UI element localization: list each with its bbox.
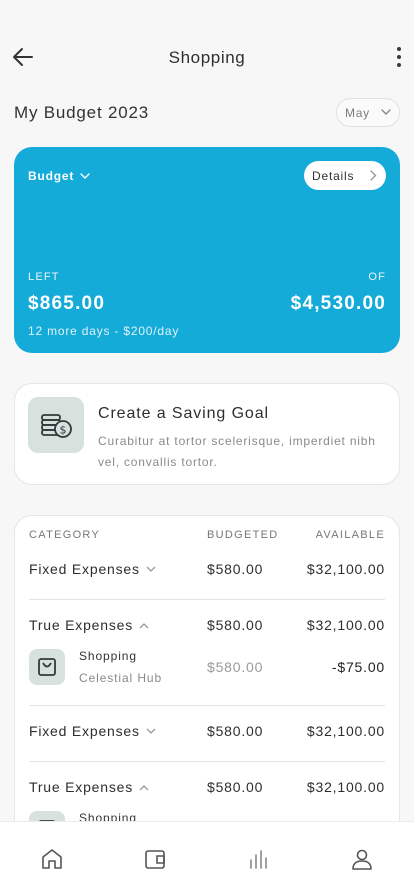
chevron-up-icon [139,622,149,628]
budget-subtitle: 12 more days - $200/day [28,324,180,338]
coins-icon: $ [28,397,84,453]
list-item[interactable]: Shopping Celestial Hub $580.00 -$75.00 [29,649,385,689]
budget-label: Budget [28,169,75,183]
bottom-tab-bar [0,821,414,896]
table-row[interactable]: Fixed Expenses $580.00 $32,100.00 [29,720,385,744]
header-budgeted: BUDGETED [207,529,279,541]
header-category: CATEGORY [29,529,101,541]
left-amount: $865.00 [28,293,106,314]
chevron-right-icon [370,170,377,181]
item-budgeted: $580.00 [207,659,264,675]
category-budgeted: $580.00 [207,617,264,633]
total-amount: $4,530.00 [290,293,386,314]
details-label: Details [312,168,355,183]
svg-text:$: $ [60,424,67,437]
category-name: Fixed Expenses [29,723,140,739]
chevron-down-icon [80,172,90,179]
wallet-icon[interactable] [140,844,170,874]
home-icon[interactable] [37,844,67,874]
shopping-bag-icon [29,649,65,685]
saving-goal-card[interactable]: $ Create a Saving Goal Curabitur at tort… [14,383,400,485]
budget-header: My Budget 2023 May [14,98,400,127]
item-name: Shopping [79,649,137,663]
budget-dropdown[interactable]: Budget [28,169,90,183]
saving-goal-description: Curabitur at tortor scelerisque, imperdi… [98,434,376,469]
more-vertical-icon[interactable] [396,44,402,70]
category-available: $32,100.00 [306,617,385,633]
category-budgeted: $580.00 [207,723,264,739]
chevron-down-icon [381,109,391,115]
category-name: Fixed Expenses [29,561,140,577]
chevron-down-icon [146,566,156,572]
category-budgeted: $580.00 [207,779,264,795]
top-bar: Shopping [0,38,414,78]
divider [29,705,385,706]
table-row[interactable]: True Expenses $580.00 $32,100.00 [29,614,385,638]
table-row[interactable]: True Expenses $580.00 $32,100.00 [29,776,385,800]
page-title: Shopping [168,48,246,67]
divider [29,761,385,762]
saving-goal-title: Create a Saving Goal [98,405,269,422]
table-row[interactable]: Fixed Expenses $580.00 $32,100.00 [29,558,385,582]
header-available: AVAILABLE [315,529,385,541]
item-available: -$75.00 [331,659,385,675]
category-available: $32,100.00 [306,723,385,739]
details-button[interactable]: Details [304,161,386,190]
table-header: CATEGORY BUDGETED AVAILABLE [29,529,385,545]
month-select[interactable]: May [336,98,400,127]
item-store: Celestial Hub [79,671,163,685]
category-budgeted: $580.00 [207,561,264,577]
left-label: LEFT [28,271,60,283]
of-label: OF [368,271,386,283]
budget-title: My Budget 2023 [14,103,150,122]
category-name: True Expenses [29,779,134,795]
category-available: $32,100.00 [306,779,385,795]
profile-icon[interactable] [347,844,377,874]
stats-icon[interactable] [244,844,274,874]
month-select-value: May [345,105,370,120]
budget-card: Budget Details LEFT OF $865.00 $4,530.00… [14,147,400,353]
chevron-up-icon [139,784,149,790]
category-available: $32,100.00 [306,561,385,577]
divider [29,599,385,600]
category-name: True Expenses [29,617,134,633]
chevron-down-icon [146,728,156,734]
